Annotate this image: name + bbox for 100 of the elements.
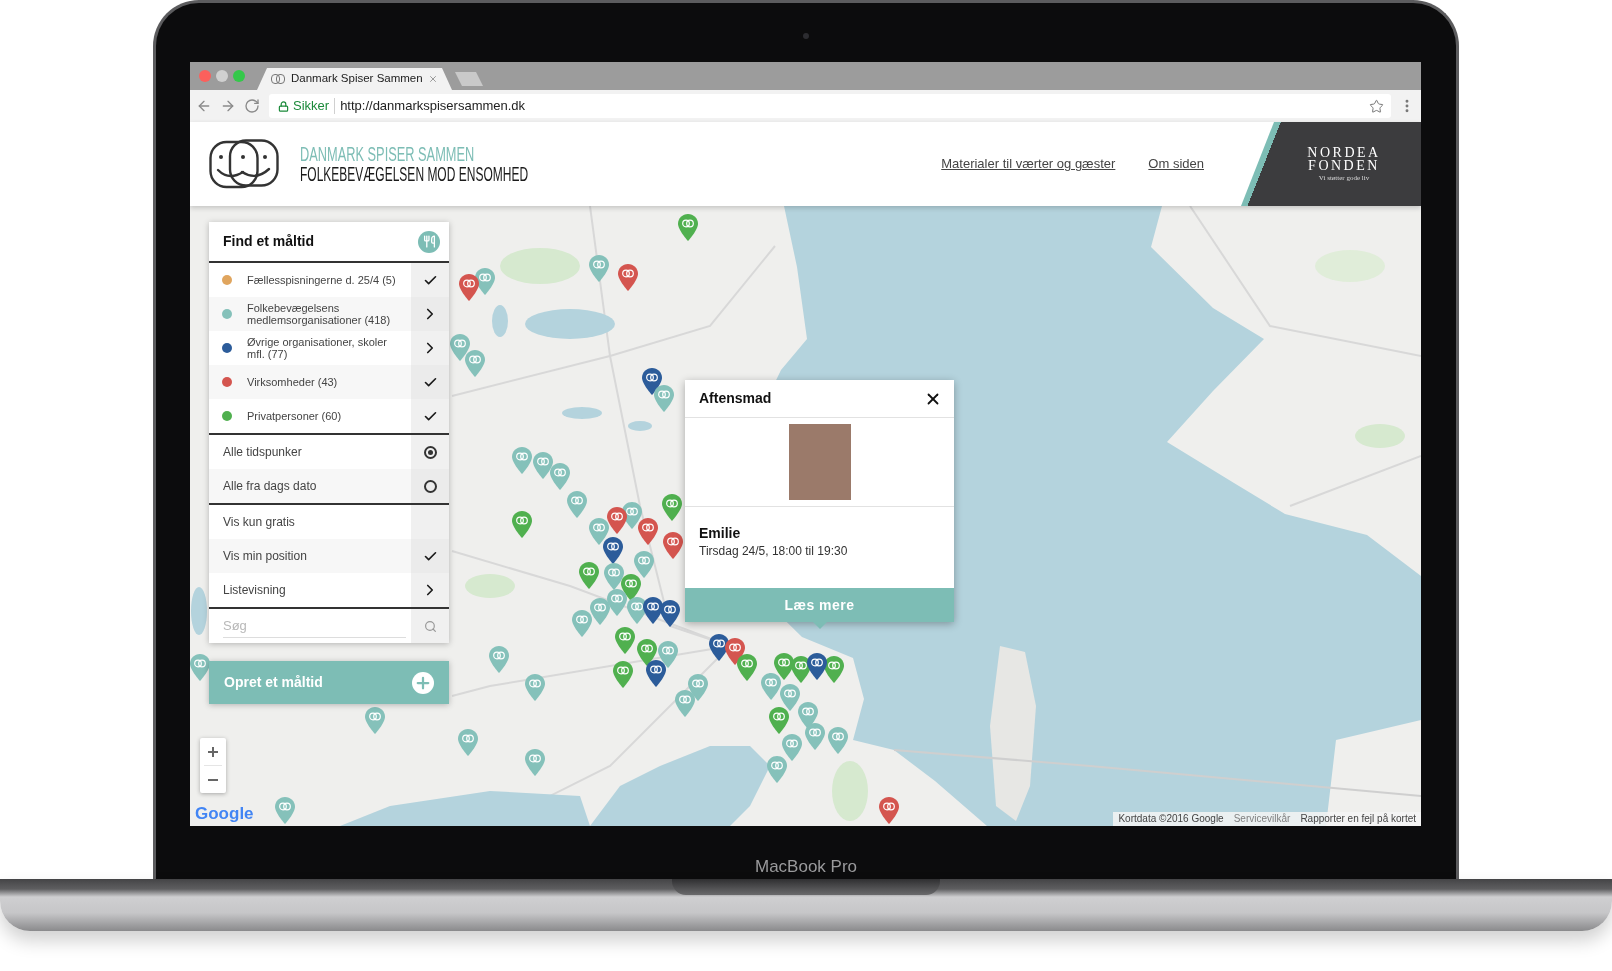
map-marker-icon[interactable] [606, 589, 627, 617]
map-marker-icon[interactable] [779, 683, 800, 711]
map-marker-icon[interactable] [827, 727, 848, 755]
map-marker-icon[interactable] [512, 511, 533, 539]
map-marker-icon[interactable] [654, 384, 675, 412]
lake [492, 305, 508, 337]
panel-title: Find et måltid [223, 232, 314, 251]
search-field[interactable]: Søg [223, 614, 406, 638]
map-marker-icon[interactable] [737, 654, 758, 682]
map-marker-icon[interactable] [571, 609, 592, 637]
map-marker-icon[interactable] [488, 645, 509, 673]
time-option[interactable]: Alle fra dags dato [209, 469, 449, 503]
map-marker-icon[interactable] [767, 755, 788, 783]
map-marker-icon[interactable] [603, 562, 624, 590]
map-marker-icon[interactable] [602, 536, 623, 564]
map-marker-icon[interactable] [805, 722, 826, 750]
option-row[interactable]: Listevisning [209, 573, 449, 607]
map-marker-icon[interactable] [589, 255, 610, 283]
map-marker-icon[interactable] [790, 656, 811, 684]
minimize-window-button[interactable] [216, 70, 228, 82]
map-marker-icon[interactable] [769, 706, 790, 734]
map-marker-icon[interactable] [458, 273, 479, 301]
radio-icon[interactable] [423, 445, 437, 459]
map-marker-icon[interactable] [879, 796, 900, 824]
map-marker-icon[interactable] [190, 654, 211, 682]
utensils-icon [418, 230, 440, 253]
map-marker-icon[interactable] [636, 638, 657, 666]
park-area [832, 761, 868, 821]
map-marker-icon[interactable] [663, 531, 684, 559]
map-marker-icon[interactable] [464, 349, 485, 377]
nav-link[interactable]: Materialer til værter og gæster [941, 154, 1116, 174]
lake [628, 421, 652, 431]
map-marker-icon[interactable] [645, 660, 666, 688]
search-icon[interactable] [423, 619, 437, 633]
category-filter[interactable]: Fællesspisningerne d. 25/4 (5) [209, 263, 449, 297]
map-marker-icon[interactable] [660, 599, 681, 627]
sponsor-name: FONDEN [1308, 158, 1380, 172]
lock-icon [278, 100, 289, 112]
map-marker-icon[interactable] [579, 561, 600, 589]
map-marker-icon[interactable] [658, 640, 679, 668]
map-marker-icon[interactable] [807, 653, 828, 681]
option-row[interactable]: Vis min position [209, 539, 449, 573]
map-marker-icon[interactable] [688, 673, 708, 701]
camera-icon [803, 33, 809, 39]
popup-pointer [812, 622, 827, 629]
map-marker-icon[interactable] [618, 264, 639, 292]
plus-icon [208, 746, 218, 757]
map-marker-icon[interactable] [566, 490, 587, 518]
park-area [465, 574, 515, 598]
map-marker-icon[interactable] [674, 690, 695, 718]
map-marker-icon[interactable] [524, 673, 545, 701]
map-marker-icon[interactable] [633, 551, 654, 579]
new-tab-button[interactable] [455, 72, 483, 86]
park-area [1355, 424, 1405, 448]
map-marker-icon[interactable] [457, 729, 478, 757]
map-marker-icon[interactable] [708, 633, 729, 661]
map-marker-icon[interactable] [642, 596, 663, 624]
site-subtitle: FOLKEBEVÆGELSEN MOD ENSOMHED [300, 164, 529, 184]
lake [191, 587, 207, 635]
map-marker-icon[interactable] [365, 706, 386, 734]
sponsor-name: NORDEA [1307, 145, 1381, 159]
category-filter[interactable]: Privatpersoner (60) [209, 399, 449, 433]
device-label: MacBook Pro [754, 857, 857, 878]
option-row[interactable]: Vis kun gratis [209, 505, 449, 539]
map-marker-icon[interactable] [550, 462, 571, 490]
site-title: DANMARK SPISER SAMMEN [300, 144, 475, 164]
close-tab-icon[interactable] [428, 74, 438, 84]
bookmark-star-icon[interactable] [1369, 98, 1384, 114]
category-filter[interactable]: Øvrige organisationer, skoler mfl. (77) [209, 331, 449, 365]
map-attribution: Kortdata ©2016 Google [1118, 813, 1224, 825]
faces-logo-icon[interactable] [209, 139, 279, 189]
favicon-icon [271, 74, 285, 84]
map-marker-icon[interactable] [524, 748, 545, 776]
reload-icon[interactable] [244, 98, 260, 114]
map-marker-icon[interactable] [532, 451, 553, 479]
browser-tab[interactable]: Danmark Spiser Sammen [257, 68, 452, 90]
nav-link[interactable]: Om siden [1148, 154, 1204, 174]
host-name: Emilie [699, 524, 741, 542]
security-label: Sikker [293, 97, 330, 116]
map-marker-icon[interactable] [274, 796, 295, 824]
map-marker-icon[interactable] [590, 597, 611, 625]
map-link[interactable]: Rapporter en fejl på kortet [1300, 813, 1416, 825]
map-marker-icon[interactable] [606, 507, 627, 535]
address-bar[interactable]: Sikker http://danmarkspisersammen.dk [269, 94, 1391, 118]
map-marker-icon[interactable] [637, 518, 658, 546]
map-marker-icon[interactable] [761, 672, 781, 700]
map-marker-icon[interactable] [449, 334, 470, 362]
map-marker-icon[interactable] [612, 661, 633, 689]
map-marker-icon[interactable] [512, 447, 533, 475]
minus-icon [208, 778, 218, 781]
map-marker-icon[interactable] [677, 214, 698, 242]
time-option[interactable]: Alle tidspunker [209, 435, 449, 469]
map-marker-icon[interactable] [662, 493, 683, 521]
map-marker-icon[interactable] [589, 518, 610, 546]
category-filter[interactable]: Virksomheder (43) [209, 365, 449, 399]
category-filter[interactable]: Folkebevægelsens medlemsorganisationer (418) [209, 297, 449, 331]
map-marker-icon[interactable] [781, 734, 802, 762]
radio-icon[interactable] [423, 479, 437, 493]
map-marker-icon[interactable] [615, 627, 635, 655]
map-link[interactable]: Servicevilkår [1233, 813, 1291, 825]
